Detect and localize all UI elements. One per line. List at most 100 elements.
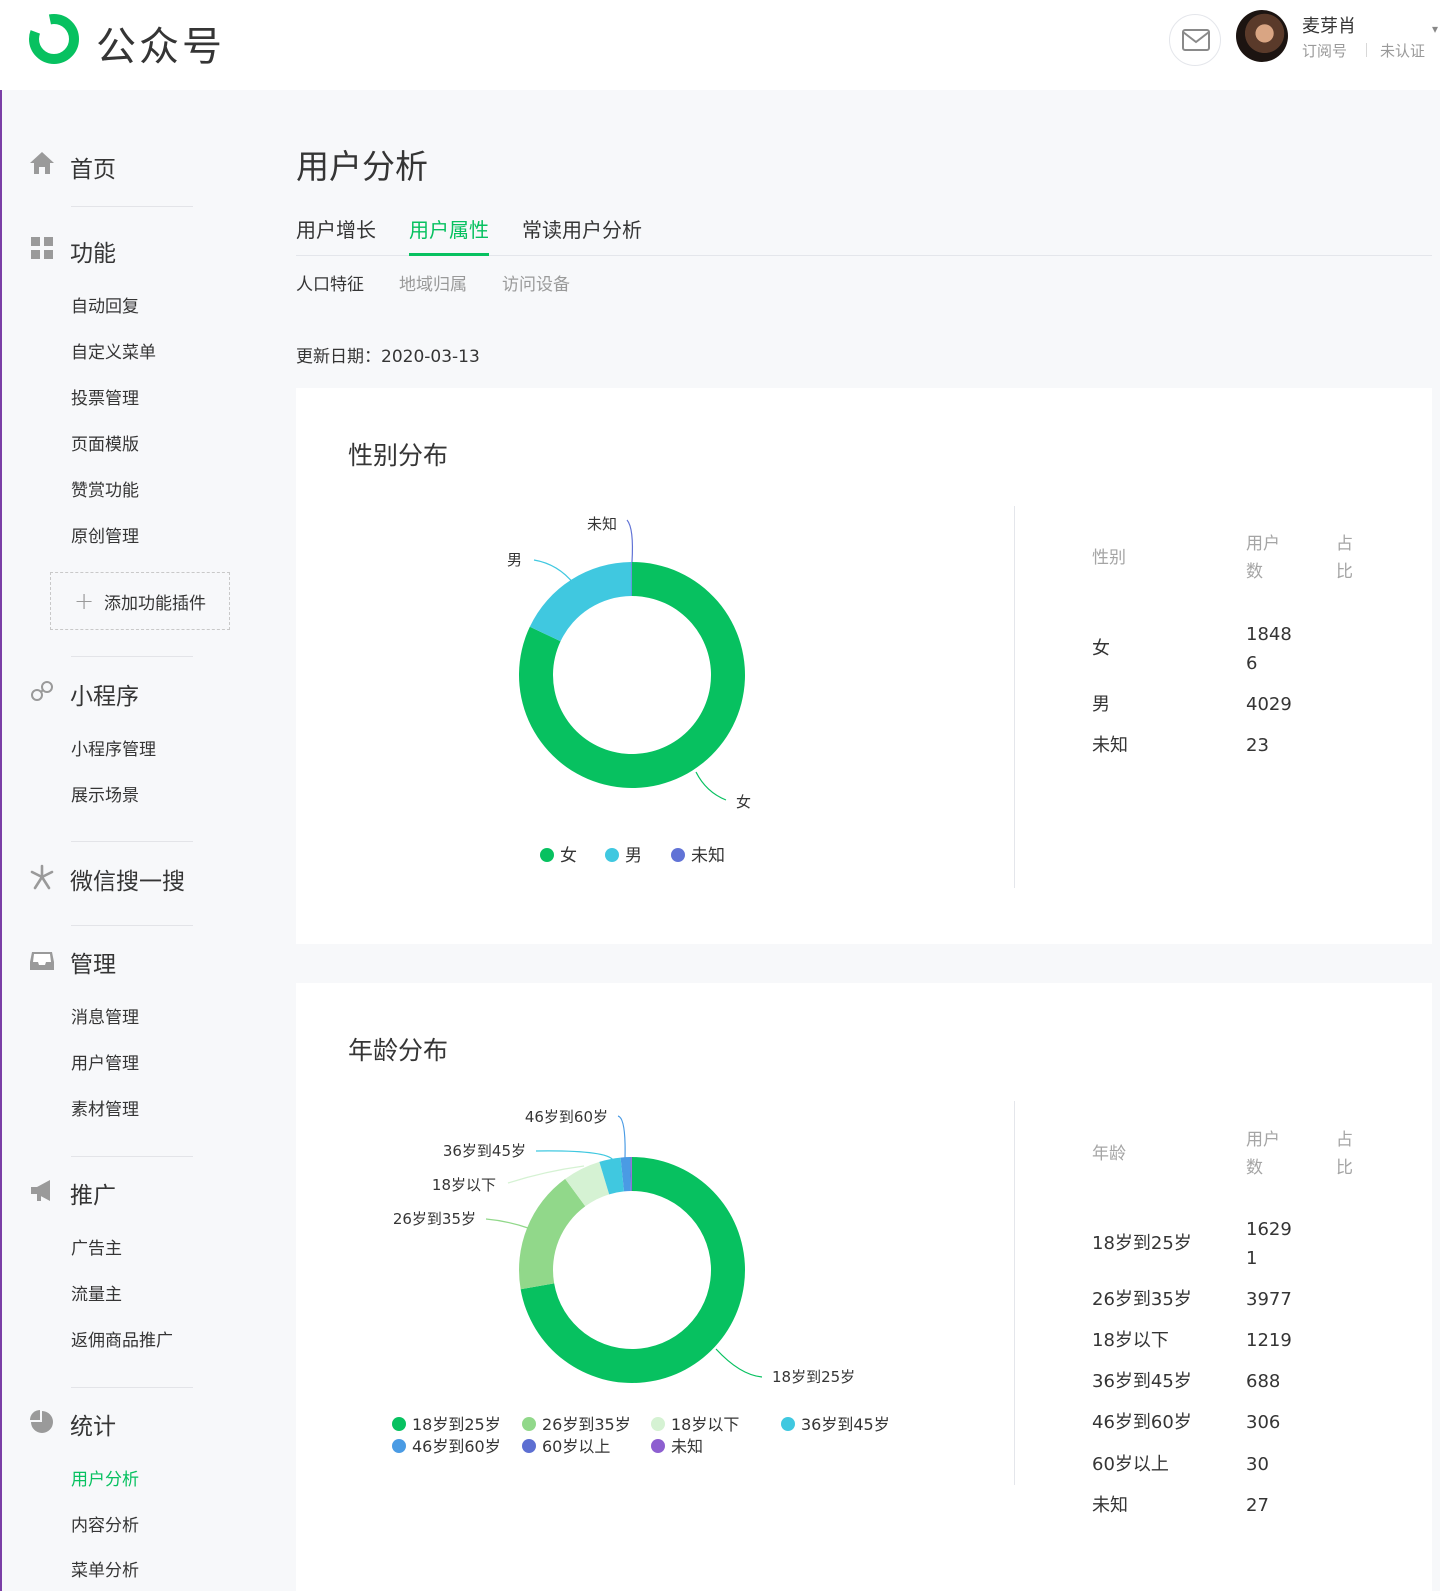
sidebar-item-auto-reply[interactable]: 自动回复 xyxy=(71,292,139,317)
legend-marker[interactable] xyxy=(605,848,619,862)
sidebar-item-message-manage[interactable]: 消息管理 xyxy=(71,1003,139,1028)
legend-marker[interactable] xyxy=(781,1417,795,1431)
sidebar-divider xyxy=(71,1156,193,1157)
age-row-count: 306 xyxy=(1246,1412,1281,1433)
age-row-count: 27 xyxy=(1246,1495,1269,1516)
age-row-count: 30 xyxy=(1246,1454,1269,1475)
gender-donut-chart: 女男未知女男未知 xyxy=(507,515,751,866)
legend-label[interactable]: 18岁到25岁 xyxy=(412,1415,501,1434)
label-leader-line xyxy=(626,519,634,563)
sidebar-item-menu-analysis[interactable]: 菜单分析 xyxy=(71,1556,139,1581)
sidebar-divider xyxy=(71,841,193,842)
update-date-value: 2020-03-13 xyxy=(381,347,480,367)
envelope-icon xyxy=(1182,29,1210,51)
legend-label[interactable]: 男 xyxy=(625,846,642,866)
sidebar-item-publisher[interactable]: 流量主 xyxy=(71,1280,122,1305)
account-name[interactable]: 麦芽肖 xyxy=(1302,12,1356,38)
label-leader-line xyxy=(715,1348,763,1378)
legend-marker[interactable] xyxy=(392,1439,406,1453)
slice-label: 46岁到60岁 xyxy=(525,1108,608,1126)
gender-row-count: 18486 xyxy=(1246,624,1292,674)
label-leader-line xyxy=(617,1115,626,1159)
tab-user-growth[interactable]: 用户增长 xyxy=(296,214,376,256)
subtab-region[interactable]: 地域归属 xyxy=(399,270,467,295)
age-row-count: 1219 xyxy=(1246,1330,1292,1351)
sidebar-group-manage[interactable]: 管理 xyxy=(70,945,116,979)
gender-row-label: 女 xyxy=(1092,638,1110,659)
inbox-icon xyxy=(30,952,54,970)
tab-user-attributes[interactable]: 用户属性 xyxy=(409,214,489,256)
age-table-header-users: 用户数 xyxy=(1246,1130,1280,1178)
gender-table-header-users: 用户数 xyxy=(1246,534,1280,582)
sidebar-group-search[interactable]: 微信搜一搜 xyxy=(70,862,185,896)
page-title: 用户分析 xyxy=(296,147,428,186)
top-header: 公众号 麦芽肖 订阅号 未认证 ▾ xyxy=(0,0,1440,90)
donut-slice xyxy=(529,562,632,642)
sidebar-item-home[interactable]: 首页 xyxy=(70,150,116,184)
plus-icon: + xyxy=(73,587,95,615)
sidebar-item-reward[interactable]: 赞赏功能 xyxy=(71,476,139,501)
sidebar-group-promote[interactable]: 推广 xyxy=(70,1176,116,1210)
legend-label[interactable]: 女 xyxy=(560,846,577,866)
label-leader-line xyxy=(695,771,727,801)
legend-marker[interactable] xyxy=(392,1417,406,1431)
age-row-count: 688 xyxy=(1246,1371,1281,1392)
age-donut-chart: 18岁到25岁 26岁到35岁 18岁以下 36岁到45岁 46岁到60岁 18岁到25岁… xyxy=(392,1108,890,1456)
sidebar-divider xyxy=(71,206,193,207)
legend-label[interactable]: 36岁到45岁 xyxy=(801,1415,890,1434)
gender-row-count: 4029 xyxy=(1246,694,1292,715)
legend-label[interactable]: 26岁到35岁 xyxy=(542,1415,631,1434)
legend-label[interactable]: 60岁以上 xyxy=(542,1437,610,1456)
legend-marker[interactable] xyxy=(522,1417,536,1431)
legend-label[interactable]: 未知 xyxy=(671,1437,703,1456)
card-separator xyxy=(1014,1101,1015,1485)
tab-frequent-readers[interactable]: 常读用户分析 xyxy=(522,214,642,256)
age-row-label: 18岁以下 xyxy=(1092,1330,1169,1351)
legend-marker[interactable] xyxy=(522,1439,536,1453)
slice-label: 26岁到35岁 xyxy=(393,1210,476,1228)
legend-label[interactable]: 18岁以下 xyxy=(671,1415,739,1434)
legend-marker[interactable] xyxy=(671,848,685,862)
sidebar-item-material-manage[interactable]: 素材管理 xyxy=(71,1095,139,1120)
sidebar-group-functions[interactable]: 功能 xyxy=(70,234,116,268)
age-row-label: 36岁到45岁 xyxy=(1092,1371,1192,1392)
legend-label[interactable]: 未知 xyxy=(691,846,725,866)
subtab-device[interactable]: 访问设备 xyxy=(502,270,570,295)
gender-card: 性别分布 女男未知女男未知 性别 用户数 占比 女 18486 男 4029 未… xyxy=(296,388,1432,944)
message-button[interactable] xyxy=(1169,14,1221,66)
sidebar-item-custom-menu[interactable]: 自定义菜单 xyxy=(71,338,156,363)
label-leader-line xyxy=(535,1150,614,1161)
account-verify-status: 未认证 xyxy=(1380,42,1426,60)
sidebar-item-original[interactable]: 原创管理 xyxy=(71,522,139,547)
slice-label: 36岁到45岁 xyxy=(443,1142,526,1160)
chevron-down-icon[interactable]: ▾ xyxy=(1432,22,1438,36)
sidebar-group-stats[interactable]: 统计 xyxy=(70,1407,116,1441)
legend-marker[interactable] xyxy=(540,848,554,862)
subtab-demographics[interactable]: 人口特征 xyxy=(296,270,364,295)
sidebar-item-page-template[interactable]: 页面模版 xyxy=(71,430,139,455)
sidebar-item-advertiser[interactable]: 广告主 xyxy=(71,1234,122,1259)
donut-slice xyxy=(519,1178,586,1290)
sidebar-item-user-manage[interactable]: 用户管理 xyxy=(71,1049,139,1074)
legend-label[interactable]: 46岁到60岁 xyxy=(412,1437,501,1456)
sidebar-item-content-analysis[interactable]: 内容分析 xyxy=(71,1511,139,1536)
avatar[interactable] xyxy=(1236,10,1288,62)
label-leader-line xyxy=(533,559,575,585)
tab-bar: 用户增长 用户属性 常读用户分析 xyxy=(296,214,1432,256)
legend-marker[interactable] xyxy=(651,1417,665,1431)
age-table-header-age: 年龄 xyxy=(1092,1144,1126,1164)
gender-row-count: 23 xyxy=(1246,735,1269,756)
age-row-label: 26岁到35岁 xyxy=(1092,1289,1192,1310)
sidebar-item-vote[interactable]: 投票管理 xyxy=(71,384,139,409)
sidebar-item-miniprogram-manage[interactable]: 小程序管理 xyxy=(71,735,156,760)
sidebar-item-commission[interactable]: 返佣商品推广 xyxy=(71,1326,173,1351)
sidebar-group-miniprogram[interactable]: 小程序 xyxy=(70,677,139,711)
megaphone-icon xyxy=(31,1180,50,1201)
slice-label: 未知 xyxy=(587,515,617,533)
sidebar: 首页 功能 自动回复 自定义菜单 投票管理 页面模版 赞赏功能 原创管理 + 添… xyxy=(0,90,270,1591)
add-plugin-button[interactable]: + 添加功能插件 xyxy=(50,572,230,630)
sidebar-item-user-analysis[interactable]: 用户分析 xyxy=(71,1465,139,1490)
sidebar-item-display-scene[interactable]: 展示场景 xyxy=(71,781,139,806)
label-leader-line xyxy=(485,1218,529,1229)
legend-marker[interactable] xyxy=(651,1439,665,1453)
